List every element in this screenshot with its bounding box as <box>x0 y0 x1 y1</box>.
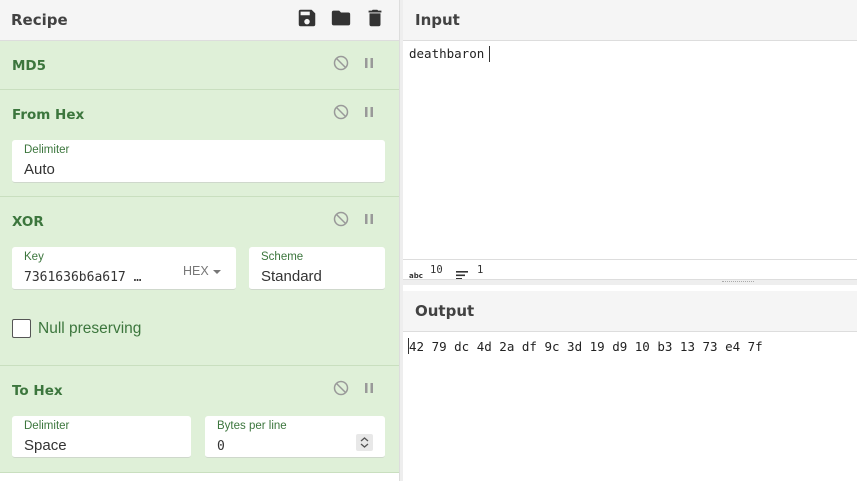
operation-to-hex[interactable]: To Hex Delimiter Space Bytes per line 0 <box>0 366 399 473</box>
field-label: Bytes per line <box>217 420 287 432</box>
pause-icon[interactable] <box>361 104 377 120</box>
io-resize-handle[interactable] <box>403 279 857 285</box>
field-value: Standard <box>261 268 322 285</box>
scheme-field[interactable]: Scheme Standard <box>249 247 385 290</box>
pause-icon[interactable] <box>361 55 377 71</box>
input-textarea[interactable] <box>403 41 857 259</box>
resize-grip-icon <box>722 281 754 284</box>
pause-icon[interactable] <box>361 380 377 396</box>
output-textarea[interactable] <box>403 332 857 481</box>
output-header: Output <box>403 291 857 332</box>
delimiter-field[interactable]: Delimiter Auto <box>12 140 385 183</box>
null-preserving-label[interactable]: Null preserving <box>38 320 141 338</box>
output-text[interactable]: 42 79 dc 4d 2a df 9c 3d 19 d9 10 b3 13 7… <box>409 339 763 354</box>
field-label: Key <box>24 251 44 263</box>
input-status-bar: abc 10 1 <box>403 259 857 280</box>
field-label: Delimiter <box>24 420 70 432</box>
field-value: 0 <box>217 439 225 454</box>
field-value: 7361636b6a617 … <box>24 270 142 285</box>
field-label: Scheme <box>261 251 304 263</box>
operation-md5[interactable]: MD5 <box>0 41 399 90</box>
field-value: Space <box>24 437 67 454</box>
output-title: Output <box>415 302 475 320</box>
input-length: 10 <box>430 264 443 276</box>
disable-icon[interactable] <box>333 104 349 120</box>
disable-icon[interactable] <box>333 211 349 227</box>
key-format-dropdown[interactable]: HEX <box>183 264 221 278</box>
field-label: Delimiter <box>24 144 70 156</box>
operation-name: To Hex <box>12 383 63 399</box>
operation-name: XOR <box>12 214 44 230</box>
number-stepper[interactable] <box>356 434 373 451</box>
operation-from-hex[interactable]: From Hex Delimiter Auto <box>0 90 399 197</box>
recipe-title: Recipe <box>11 11 68 29</box>
operation-name: From Hex <box>12 107 85 123</box>
input-text[interactable]: deathbaron <box>409 46 484 61</box>
input-title: Input <box>415 11 460 29</box>
operation-xor[interactable]: XOR Key 7361636b6a617 … Scheme Standard <box>0 197 399 366</box>
input-header: Input <box>403 0 857 41</box>
field-value: Auto <box>24 161 55 178</box>
pause-icon[interactable] <box>361 211 377 227</box>
disable-icon[interactable] <box>333 55 349 71</box>
text-cursor <box>489 46 490 62</box>
folder-icon[interactable] <box>330 7 352 29</box>
trash-icon[interactable] <box>364 7 386 29</box>
operation-name: MD5 <box>12 58 47 74</box>
save-icon[interactable] <box>296 7 318 29</box>
key-format-value: HEX <box>183 264 209 278</box>
null-preserving-checkbox[interactable] <box>12 319 31 338</box>
caret-down-icon <box>212 269 221 274</box>
input-lines: 1 <box>477 264 484 276</box>
recipe-header: Recipe <box>0 0 399 41</box>
delimiter-field[interactable]: Delimiter Space <box>12 416 191 458</box>
recipe-panel: Recipe MD5 From Hex Delimiter Auto XOR K… <box>0 0 399 481</box>
disable-icon[interactable] <box>333 380 349 396</box>
